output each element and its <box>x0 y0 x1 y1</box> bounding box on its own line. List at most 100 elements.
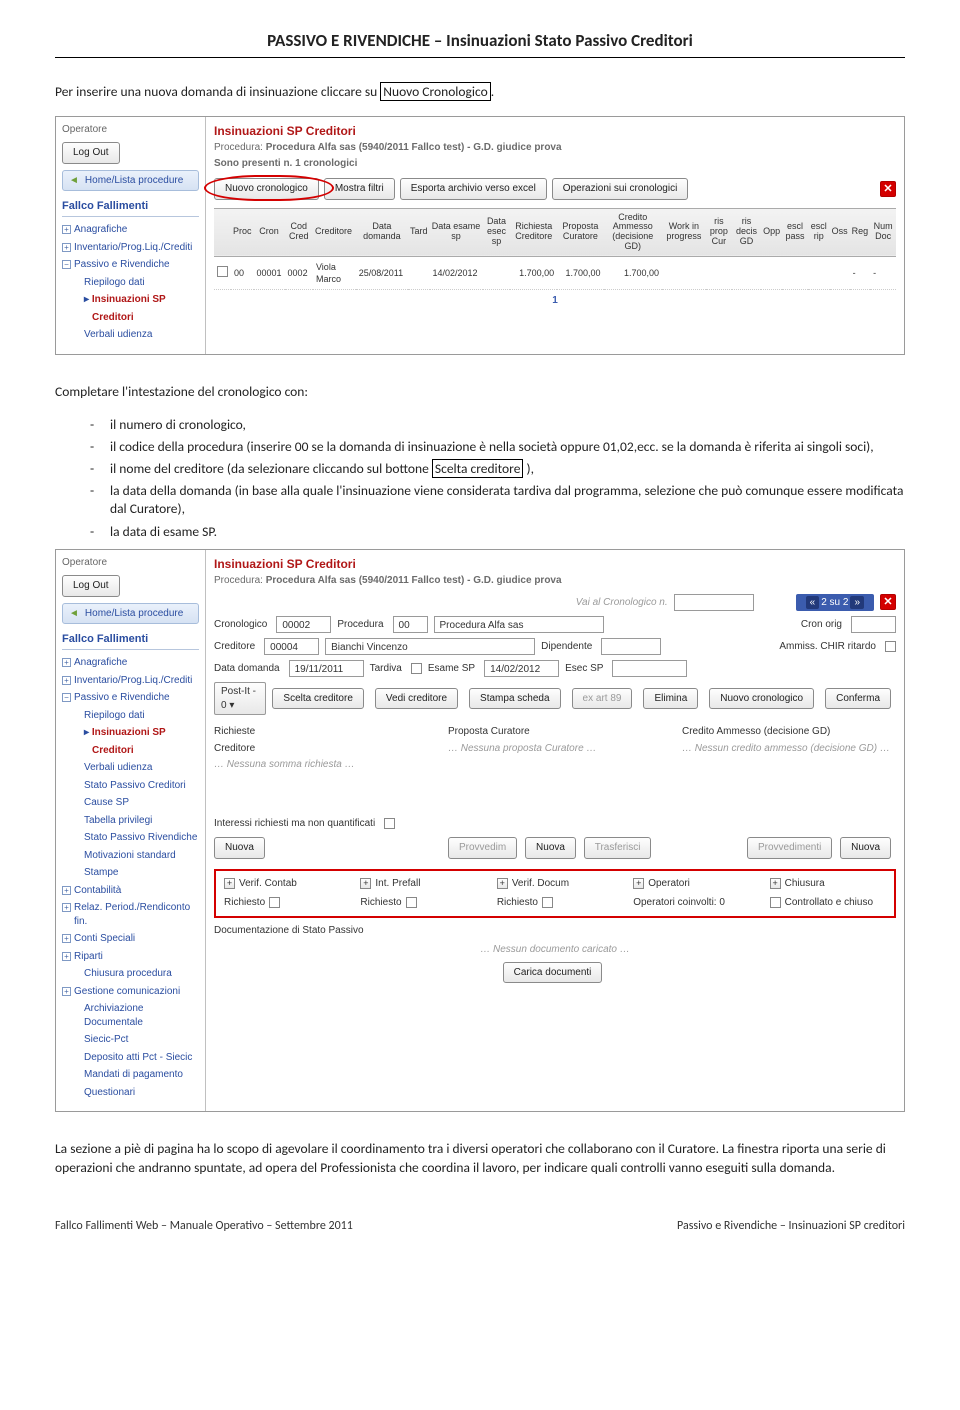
cronologico-field[interactable]: 00002 <box>276 616 331 633</box>
sidebar-item-deposito[interactable]: Deposito atti Pct - Siecic <box>62 1049 199 1067</box>
sidebar-item-stampe[interactable]: Stampe <box>62 864 199 882</box>
interessi-checkbox[interactable] <box>384 818 395 829</box>
tardiva-checkbox[interactable] <box>411 663 422 674</box>
operatore-label: Operatore <box>62 123 196 137</box>
sidebar-item-riepilogo[interactable]: Riepilogo dati <box>62 274 199 292</box>
creditore-field[interactable]: 00004 <box>264 638 319 655</box>
sidebar-item-mandati[interactable]: Mandati di pagamento <box>62 1066 199 1084</box>
sidebar-item-conti[interactable]: Conti Speciali <box>62 930 199 948</box>
nuovo-cronologico-button[interactable]: Nuovo cronologico <box>214 178 319 200</box>
provvedimenti-button[interactable]: Provvedimenti <box>747 837 832 859</box>
sidebar: Operatore Log Out ◄Home/Lista procedure … <box>56 117 206 354</box>
expand-icon[interactable]: + <box>770 878 781 889</box>
creditore-label: Creditore <box>214 640 255 654</box>
expand-icon[interactable]: + <box>360 878 371 889</box>
datadom-field[interactable]: 19/11/2011 <box>289 660 364 677</box>
close-icon[interactable]: ✕ <box>880 594 896 610</box>
expand-icon[interactable]: + <box>224 878 235 889</box>
sidebar-item-riparti[interactable]: Riparti <box>62 948 199 966</box>
richiesto-checkbox[interactable] <box>542 897 553 908</box>
row-checkbox[interactable] <box>217 266 228 277</box>
brand: Fallco Fallimenti <box>62 199 199 217</box>
richiesto-checkbox[interactable] <box>269 897 280 908</box>
sidebar-item-quest[interactable]: Questionari <box>62 1084 199 1102</box>
main-panel: Insinuazioni SP Creditori Procedura: Pro… <box>206 117 904 354</box>
esamesp-field[interactable]: 14/02/2012 <box>484 660 559 677</box>
sidebar-item-verbali[interactable]: Verbali udienza <box>62 326 199 344</box>
sidebar-item-statopr[interactable]: Stato Passivo Rivendiche <box>62 829 199 847</box>
sidebar-item-siecic[interactable]: Siecic-Pct <box>62 1031 199 1049</box>
nuova-button[interactable]: Nuova <box>214 837 265 859</box>
sidebar-item-inventario[interactable]: Inventario/Prog.Liq./Crediti <box>62 239 199 257</box>
mostra-filtri-button[interactable]: Mostra filtri <box>324 178 395 200</box>
nav-prev-icon[interactable]: « <box>806 596 820 609</box>
exart89-button[interactable]: ex art 89 <box>572 688 633 710</box>
verifcontab-label: Verif. Contab <box>239 877 297 891</box>
tardiva-label: Tardiva <box>370 662 402 676</box>
panel-title: Insinuazioni SP Creditori <box>214 556 896 572</box>
nav-pill[interactable]: «2 su 2» <box>796 594 874 612</box>
divider <box>55 57 905 58</box>
operatori-label: Operatori <box>648 877 690 891</box>
richiesto-label: Richiesto <box>224 896 265 910</box>
scelta-creditore-button[interactable]: Scelta creditore <box>272 688 363 710</box>
sidebar: Operatore Log Out ◄Home/Lista procedure … <box>56 550 206 1111</box>
logout-button[interactable]: Log Out <box>62 575 120 597</box>
sidebar-item-verbali[interactable]: Verbali udienza <box>62 759 199 777</box>
ammiss-checkbox[interactable] <box>885 641 896 652</box>
esporta-excel-button[interactable]: Esporta archivio verso excel <box>400 178 547 200</box>
carica-documenti-button[interactable]: Carica documenti <box>503 962 603 984</box>
sidebar-item-gestcom[interactable]: Gestione comunicazioni <box>62 983 199 1001</box>
nuova-button[interactable]: Nuova <box>840 837 891 859</box>
home-label: Home/Lista procedure <box>85 607 183 621</box>
sidebar-item-chiusura[interactable]: Chiusura procedura <box>62 965 199 983</box>
sidebar-item-insinuazioni1[interactable]: ▸ Insinuazioni SP <box>62 291 199 309</box>
sidebar-item-riepilogo[interactable]: Riepilogo dati <box>62 707 199 725</box>
provvedim-button[interactable]: Provvedim <box>448 837 517 859</box>
sidebar-item-archdoc[interactable]: Archiviazione Documentale <box>62 1000 199 1031</box>
sidebar-item-tabpriv[interactable]: Tabella privilegi <box>62 812 199 830</box>
postit-dropdown[interactable]: Post-It - 0 ▾ <box>214 682 266 715</box>
vai-input[interactable] <box>674 594 754 611</box>
sidebar-item-relaz[interactable]: Relaz. Period./Rendiconto fin. <box>62 899 199 930</box>
esecsp-field[interactable] <box>612 660 687 677</box>
vedi-creditore-button[interactable]: Vedi creditore <box>375 688 458 710</box>
sidebar-item-passivo[interactable]: Passivo e Rivendiche <box>62 256 199 274</box>
close-icon[interactable]: ✕ <box>880 181 896 197</box>
sidebar-item-inventario[interactable]: Inventario/Prog.Liq./Crediti <box>62 672 199 690</box>
elimina-button[interactable]: Elimina <box>643 688 698 710</box>
trasferisci-button[interactable]: Trasferisci <box>584 837 652 859</box>
nav-next-icon[interactable]: » <box>850 596 864 609</box>
richiesto-checkbox[interactable] <box>406 897 417 908</box>
sidebar-item-motiv[interactable]: Motivazioni standard <box>62 847 199 865</box>
stampa-scheda-button[interactable]: Stampa scheda <box>469 688 561 710</box>
sidebar-item-anagrafiche[interactable]: Anagrafiche <box>62 654 199 672</box>
sidebar-item-cause[interactable]: Cause SP <box>62 794 199 812</box>
sidebar-item-anagrafiche[interactable]: Anagrafiche <box>62 221 199 239</box>
intro: Per inserire una nuova domanda di insinu… <box>55 83 905 102</box>
cronorig-field[interactable] <box>851 616 896 633</box>
sidebar-item-insinuazioni2[interactable]: Creditori <box>62 742 199 760</box>
sidebar-item-passivo[interactable]: Passivo e Rivendiche <box>62 689 199 707</box>
sidebar-item-statopc[interactable]: Stato Passivo Creditori <box>62 777 199 795</box>
home-nav[interactable]: ◄Home/Lista procedure <box>62 170 199 192</box>
expand-icon[interactable]: + <box>633 878 644 889</box>
table-row[interactable]: 00000010002Viola Marco25/08/201114/02/20… <box>214 257 896 290</box>
nuova-button[interactable]: Nuova <box>525 837 576 859</box>
panel-subtitle: Procedura: Procedura Alfa sas (5940/2011… <box>214 574 896 588</box>
conferma-button[interactable]: Conferma <box>825 688 891 710</box>
panel-title: Insinuazioni SP Creditori <box>214 123 896 139</box>
sidebar-item-insinuazioni1[interactable]: ▸ Insinuazioni SP <box>62 724 199 742</box>
controllato-checkbox[interactable] <box>770 897 781 908</box>
richiesto-label: Richiesto <box>360 896 401 910</box>
screenshot-2: Operatore Log Out ◄Home/Lista procedure … <box>55 549 905 1112</box>
procedura-field[interactable]: 00 <box>393 616 428 633</box>
operazioni-cronologici-button[interactable]: Operazioni sui cronologici <box>552 178 689 200</box>
home-nav[interactable]: ◄Home/Lista procedure <box>62 603 199 625</box>
dipendente-field[interactable] <box>601 638 661 655</box>
sidebar-item-contab[interactable]: Contabilità <box>62 882 199 900</box>
sidebar-item-insinuazioni2[interactable]: Creditori <box>62 309 199 327</box>
nuovo-cronologico-button[interactable]: Nuovo cronologico <box>709 688 814 710</box>
logout-button[interactable]: Log Out <box>62 142 120 164</box>
expand-icon[interactable]: + <box>497 878 508 889</box>
